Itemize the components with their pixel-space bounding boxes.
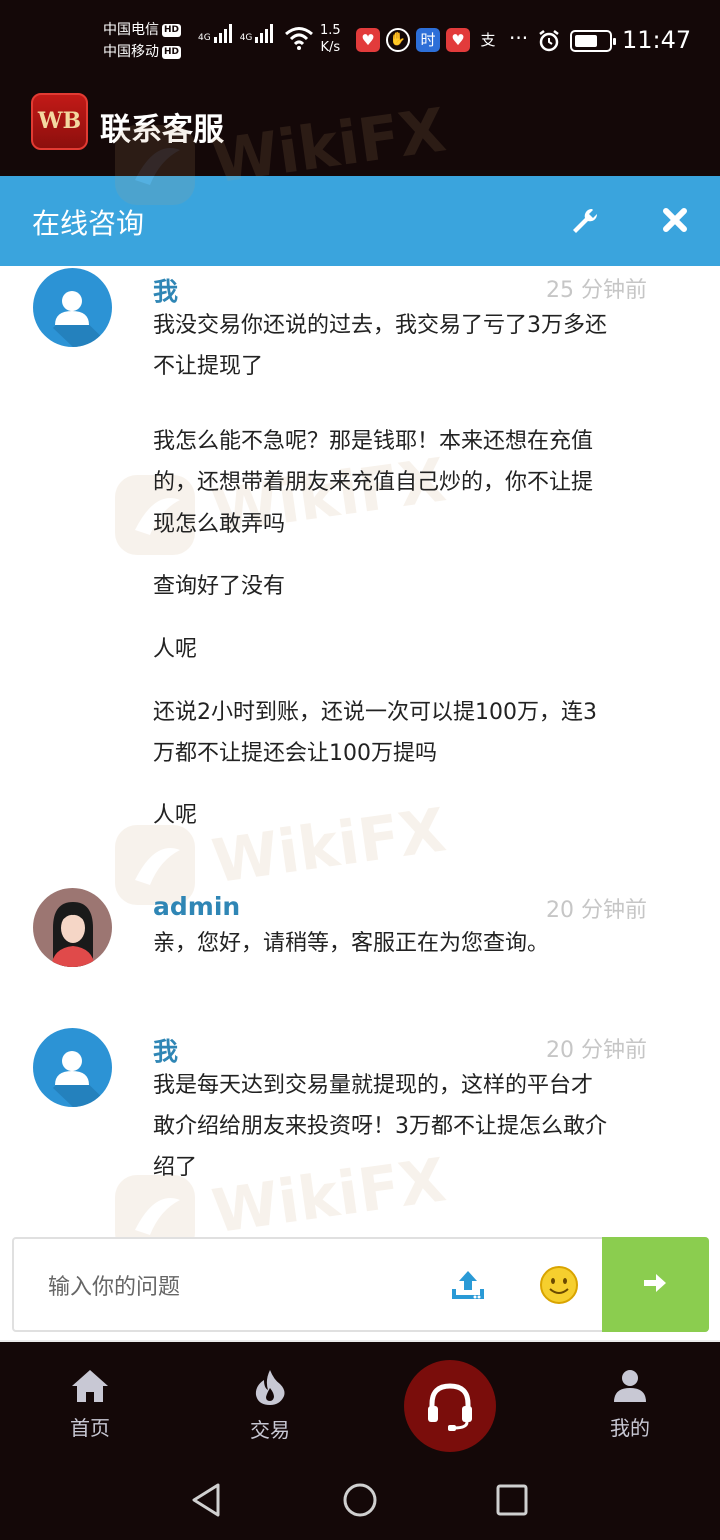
consult-bar: 在线咨询 — [0, 176, 720, 266]
headset-icon — [428, 1383, 472, 1431]
nav-mine[interactable]: 我的 — [570, 1368, 690, 1441]
status-bar: 中国电信 HD 中国移动 HD 4G 4G 1.5 K/s ♥ ✋ 时 ♥ 支 ··… — [0, 0, 720, 70]
more-notifications-icon: ··· — [509, 26, 529, 50]
user-avatar — [33, 268, 112, 347]
admin-avatar — [33, 888, 112, 967]
flame-icon — [255, 1370, 285, 1405]
page-title: 联系客服 — [100, 112, 224, 148]
hand-icon: ✋ — [386, 28, 410, 52]
message-line: 还说2小时到账，还说一次可以提100万，连3 — [153, 700, 597, 725]
net-speed: 1.5 K/s — [320, 23, 341, 55]
message-sender: 我 — [153, 1037, 179, 1066]
message-line: 不让提现了 — [153, 354, 264, 379]
wrench-icon[interactable] — [570, 206, 600, 236]
message-sender: admin — [153, 892, 241, 921]
home-circle-icon[interactable] — [342, 1482, 378, 1518]
alarm-icon — [539, 30, 559, 52]
message-line: 人呢 — [153, 637, 198, 662]
nav-trade[interactable]: 交易 — [210, 1368, 330, 1443]
person-icon — [614, 1370, 646, 1402]
consult-title: 在线咨询 — [32, 207, 145, 240]
nav-label: 我的 — [610, 1416, 650, 1440]
carrier-2: 中国移动 — [103, 44, 159, 60]
message-line: 我没交易你还说的过去，我交易了亏了3万多还 — [153, 313, 607, 338]
home-icon — [72, 1370, 108, 1402]
health-app-icon: ♥ — [356, 28, 380, 52]
message-line: 人呢 — [153, 803, 198, 828]
hd-badge: HD — [162, 23, 182, 37]
message-line: 的，还想带着朋友来充值自己炒的，你不让提 — [153, 470, 594, 495]
nav-label: 首页 — [70, 1416, 110, 1440]
signal-icon: 4G — [240, 24, 274, 43]
close-icon[interactable] — [661, 206, 689, 234]
signal-icon: 4G — [198, 24, 232, 43]
message-line: 现怎么敢弄吗 — [153, 512, 286, 537]
message-line: 敢介绍给朋友来投资呀！3万都不让提怎么敢介 — [153, 1114, 607, 1139]
app-header: WB 联系客服 — [0, 70, 720, 176]
arrow-right-icon — [644, 1274, 666, 1292]
clock: 11:47 — [622, 26, 692, 54]
message-line: 查询好了没有 — [153, 574, 286, 599]
watermark: WikiFX — [110, 795, 450, 940]
message-line: 我怎么能不急呢？那是钱耶！本来还想在充值 — [153, 429, 594, 454]
time-app-icon: 时 — [416, 28, 440, 52]
user-avatar — [33, 1028, 112, 1107]
hd-badge: HD — [162, 45, 182, 59]
nav-home[interactable]: 首页 — [30, 1368, 150, 1441]
bottom-nav: 首页 交易 我的 — [0, 1342, 720, 1540]
message-line: 万都不让提还会让100万提吗 — [153, 741, 437, 766]
message-time: 20 分钟前 — [546, 898, 647, 923]
health-app-icon: ♥ — [446, 28, 470, 52]
notification-icons: ♥ ✋ 时 ♥ 支 — [356, 28, 500, 52]
app-logo: WB — [31, 93, 88, 150]
upload-icon[interactable] — [450, 1267, 486, 1303]
message-time: 25 分钟前 — [546, 278, 647, 303]
message-line: 我是每天达到交易量就提现的，这样的平台才 — [153, 1073, 594, 1098]
wifi-icon — [285, 27, 313, 50]
signal-icons: 4G 4G — [198, 24, 274, 43]
send-button[interactable] — [602, 1237, 709, 1332]
message-line: 绍了 — [153, 1155, 198, 1180]
customer-service-button[interactable] — [404, 1360, 496, 1452]
battery-level — [575, 35, 597, 47]
carrier-1: 中国电信 — [103, 22, 159, 38]
message-input[interactable]: 输入你的问题 — [48, 1269, 180, 1301]
alipay-icon: 支 — [480, 31, 496, 49]
message-sender: 我 — [153, 277, 179, 306]
message-line: 亲，您好，请稍等，客服正在为您查询。 — [153, 931, 550, 956]
emoji-icon[interactable] — [539, 1265, 579, 1305]
carrier-info: 中国电信 HD 中国移动 HD — [103, 19, 182, 63]
recents-icon[interactable] — [496, 1484, 528, 1516]
message-time: 20 分钟前 — [546, 1038, 647, 1063]
chat-input-bar: 输入你的问题 — [12, 1237, 709, 1332]
battery-icon — [570, 30, 616, 52]
back-icon[interactable] — [190, 1482, 222, 1518]
nav-label: 交易 — [250, 1418, 290, 1442]
